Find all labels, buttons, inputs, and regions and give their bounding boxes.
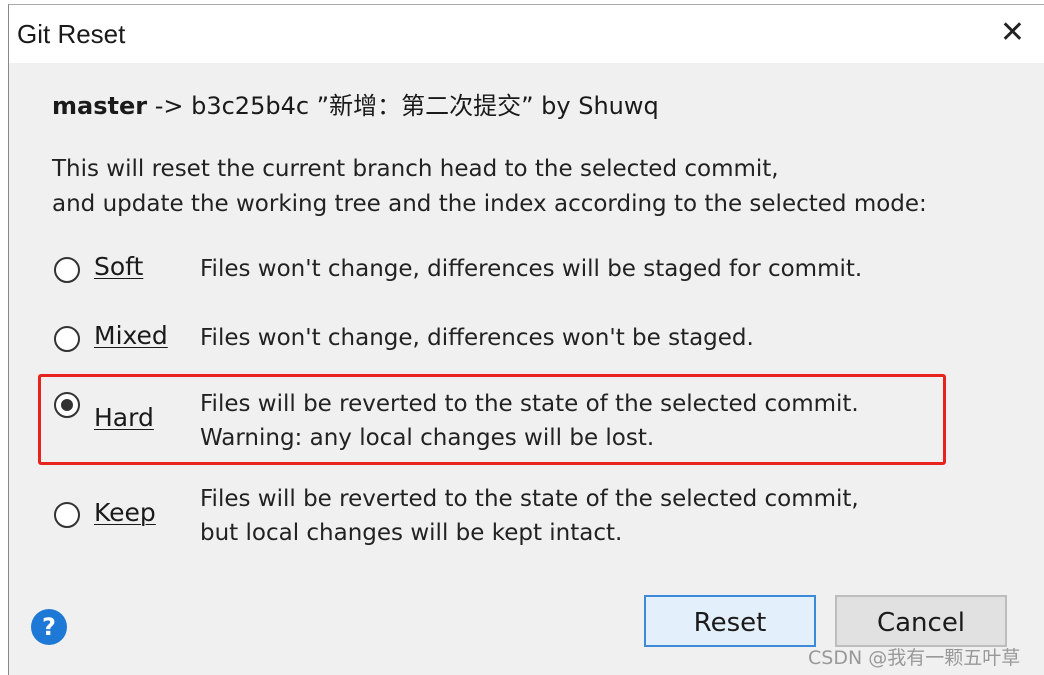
option-label[interactable]: Hard	[94, 403, 200, 432]
desc-line: but local changes will be kept intact.	[200, 520, 623, 546]
desc-line: Files will be reverted to the state of t…	[200, 391, 859, 417]
option-desc: Files won't change, differences won't be…	[200, 321, 754, 355]
option-keep[interactable]: Keep Files will be reverted to the state…	[54, 482, 859, 550]
description-line: This will reset the current branch head …	[52, 156, 779, 182]
radio-mixed[interactable]	[54, 326, 80, 352]
radio-hard[interactable]	[54, 392, 80, 418]
desc-line: Files won't change, differences will be …	[200, 256, 863, 282]
cancel-button[interactable]: Cancel	[835, 595, 1007, 647]
option-hard[interactable]: Hard Files will be reverted to the state…	[54, 387, 859, 455]
reset-button[interactable]: Reset	[644, 595, 816, 647]
description: This will reset the current branch head …	[52, 152, 927, 222]
radio-keep[interactable]	[54, 502, 80, 528]
description-line: and update the working tree and the inde…	[52, 191, 927, 217]
radio-soft[interactable]	[54, 257, 80, 283]
option-desc: Files will be reverted to the state of t…	[200, 482, 859, 550]
desc-line: Files won't change, differences won't be…	[200, 325, 754, 351]
option-desc: Files will be reverted to the state of t…	[200, 387, 859, 455]
option-label[interactable]: Mixed	[94, 321, 200, 350]
desc-line: Files will be reverted to the state of t…	[200, 486, 859, 512]
help-icon[interactable]: ?	[31, 609, 67, 645]
commit-message: ”新增：第二次提交” by Shuwq	[309, 92, 659, 120]
option-mixed[interactable]: Mixed Files won't change, differences wo…	[54, 321, 754, 355]
arrow: ->	[147, 92, 192, 120]
desc-line: Warning: any local changes will be lost.	[200, 425, 655, 451]
close-icon[interactable]: ✕	[1000, 15, 1025, 50]
option-soft[interactable]: Soft Files won't change, differences wil…	[54, 252, 862, 286]
option-label[interactable]: Keep	[94, 498, 200, 527]
branch-name: master	[52, 92, 148, 120]
reset-target: master -> b3c25b4c ”新增：第二次提交” by Shuwq	[52, 86, 659, 121]
commit-hash: b3c25b4c	[191, 92, 310, 120]
option-label[interactable]: Soft	[94, 252, 200, 281]
dialog-title: Git Reset	[17, 19, 126, 49]
watermark: CSDN @我有一颗五叶草	[808, 647, 1021, 669]
title-bar: Git Reset ✕	[9, 5, 1044, 63]
option-desc: Files won't change, differences will be …	[200, 252, 862, 286]
